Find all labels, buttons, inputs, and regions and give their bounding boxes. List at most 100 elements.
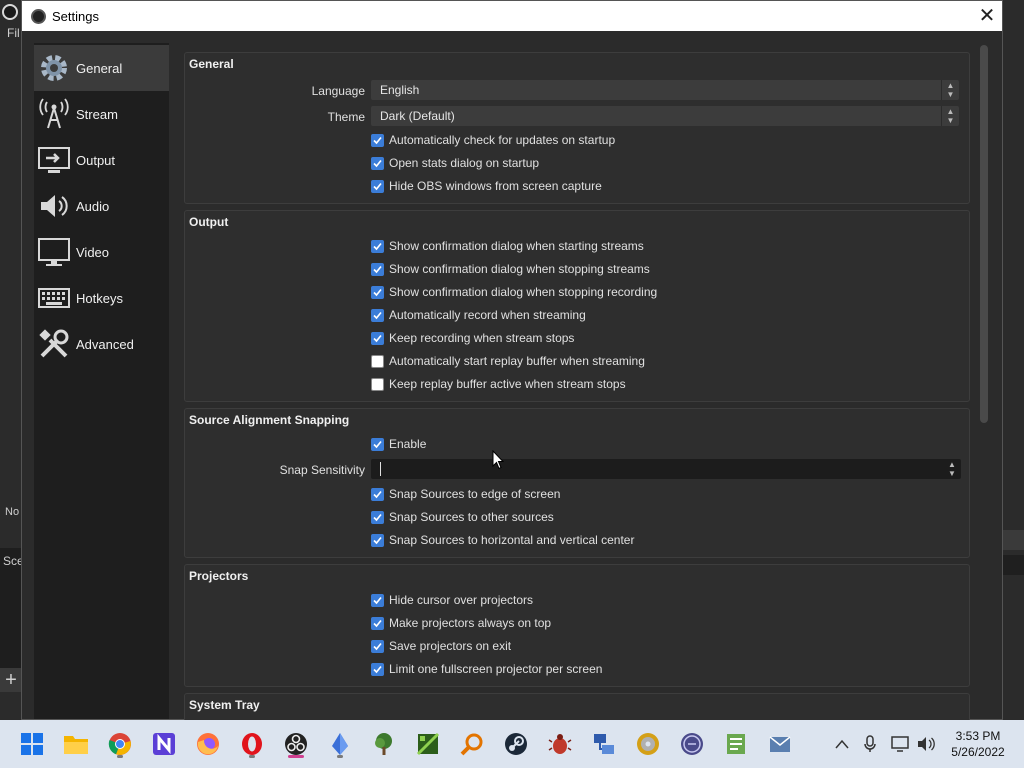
notion-n-icon[interactable]	[148, 728, 180, 760]
clock-time: 3:53 PM	[955, 729, 1001, 743]
checkbox-auto-record[interactable]: Automatically record when streaming	[371, 307, 586, 323]
spin-arrows-icon[interactable]: ▲ ▼	[943, 459, 961, 479]
beetle-app-icon[interactable]	[544, 728, 576, 760]
sidebar-item-advanced[interactable]: Advanced	[34, 321, 169, 367]
sidebar-item-label: Output	[76, 152, 116, 168]
snap-sensitivity-label: Snap Sensitivity	[279, 463, 365, 477]
checkmark-icon	[371, 639, 384, 653]
checkbox-hide-obs-windows[interactable]: Hide OBS windows from screen capture	[371, 178, 602, 194]
microphone-icon[interactable]	[860, 734, 880, 754]
group-title-snapping: Source Alignment Snapping	[189, 413, 350, 427]
text-caret	[380, 462, 381, 476]
add-scene-button[interactable]: +	[0, 668, 22, 692]
group-output: Output Show confirmation dialog when sta…	[184, 210, 970, 402]
checkbox-save-projectors[interactable]: Save projectors on exit	[371, 638, 511, 654]
checkbox-check-updates[interactable]: Automatically check for updates on start…	[371, 132, 615, 148]
volume-icon[interactable]	[916, 734, 936, 754]
checkmark-icon	[371, 437, 384, 451]
moon-app-icon[interactable]	[676, 728, 708, 760]
scrollbar-thumb[interactable]	[980, 45, 988, 423]
checkbox-confirm-stop-recording[interactable]: Show confirmation dialog when stopping r…	[371, 284, 657, 300]
checkbox-snap-center[interactable]: Snap Sources to horizontal and vertical …	[371, 532, 634, 548]
checkmark-icon	[371, 308, 384, 322]
checkbox-snap-sources[interactable]: Snap Sources to other sources	[371, 509, 554, 525]
checkbox-open-stats[interactable]: Open stats dialog on startup	[371, 155, 539, 171]
sidebar-item-output[interactable]: Output	[34, 137, 169, 183]
theme-select[interactable]: Dark (Default) ▲ ▼	[371, 106, 959, 126]
obs-icon[interactable]	[280, 728, 312, 760]
tree-app-icon[interactable]	[368, 728, 400, 760]
background-panel-button[interactable]	[1003, 530, 1024, 550]
checkmark-icon	[371, 662, 384, 676]
sidebar-item-label: Advanced	[76, 336, 134, 352]
checkbox-confirm-start-stream[interactable]: Show confirmation dialog when starting s…	[371, 238, 644, 254]
group-title-system-tray: System Tray	[189, 698, 260, 712]
sidebar-item-label: Hotkeys	[76, 290, 123, 306]
network-app-icon[interactable]	[588, 728, 620, 760]
search-magnifier-icon[interactable]	[456, 728, 488, 760]
language-select[interactable]: English ▲ ▼	[371, 80, 959, 100]
mouse-cursor-icon	[492, 450, 504, 470]
checkmark-icon	[371, 510, 384, 524]
theme-label: Theme	[327, 110, 365, 124]
checkbox-hide-cursor-projectors[interactable]: Hide cursor over projectors	[371, 592, 533, 608]
chevron-up-icon[interactable]	[832, 734, 852, 754]
checkbox-snap-edge[interactable]: Snap Sources to edge of screen	[371, 486, 560, 502]
group-projectors: Projectors Hide cursor over projectors M…	[184, 564, 970, 687]
output-monitor-icon	[38, 144, 70, 176]
notepad-app-icon[interactable]	[720, 728, 752, 760]
group-system-tray: System Tray	[184, 693, 970, 720]
checkbox-auto-replay-buffer[interactable]: Automatically start replay buffer when s…	[371, 353, 645, 369]
group-title-general: General	[189, 57, 234, 71]
running-indicator	[249, 755, 255, 758]
tools-icon	[38, 328, 70, 360]
taskbar-clock[interactable]: 3:53 PM 5/26/2022	[940, 728, 1016, 760]
sidebar-item-audio[interactable]: Audio	[34, 183, 169, 229]
checkmark-icon	[371, 331, 384, 345]
network-display-icon[interactable]	[890, 734, 910, 754]
sidebar-item-label: General	[76, 60, 123, 76]
active-indicator	[288, 755, 304, 758]
running-indicator	[337, 755, 343, 758]
checkbox-label: Hide OBS windows from screen capture	[389, 179, 602, 193]
clock-date: 5/26/2022	[951, 745, 1005, 759]
checkmark-icon	[371, 133, 384, 147]
chevron-updown-icon: ▲ ▼	[941, 106, 959, 126]
sidebar-item-hotkeys[interactable]: Hotkeys	[34, 275, 169, 321]
file-menu-partial[interactable]: Fil	[7, 26, 20, 40]
steam-icon[interactable]	[500, 728, 532, 760]
sidebar-item-general[interactable]: General	[34, 45, 169, 91]
close-button[interactable]: ✕	[972, 1, 1002, 31]
dialog-title-bar[interactable]: Settings ✕	[22, 1, 1002, 31]
checkbox-confirm-stop-stream[interactable]: Show confirmation dialog when stopping s…	[371, 261, 650, 277]
opera-icon[interactable]	[236, 728, 268, 760]
checkbox-keep-recording[interactable]: Keep recording when stream stops	[371, 330, 574, 346]
checkbox-empty	[371, 377, 384, 391]
background-label-no: No	[5, 506, 20, 518]
disc-app-icon[interactable]	[632, 728, 664, 760]
chrome-icon[interactable]	[104, 728, 136, 760]
sidebar-item-video[interactable]: Video	[34, 229, 169, 275]
snap-sensitivity-input[interactable]: ▲ ▼	[371, 459, 961, 479]
content-scrollbar[interactable]	[979, 45, 989, 719]
language-label: Language	[311, 84, 365, 98]
settings-content: General Language English ▲ ▼ Theme Dark (…	[184, 52, 970, 720]
minecraft-app-icon[interactable]	[412, 728, 444, 760]
checkbox-label: Show confirmation dialog when stopping r…	[389, 285, 658, 299]
mail-app-icon[interactable]	[764, 728, 796, 760]
checkbox-snapping-enable[interactable]: Enable	[371, 436, 426, 452]
checkbox-projectors-on-top[interactable]: Make projectors always on top	[371, 615, 551, 631]
checkbox-limit-fullscreen-projector[interactable]: Limit one fullscreen projector per scree…	[371, 661, 602, 677]
crystal-app-icon[interactable]	[324, 728, 356, 760]
checkbox-label: Snap Sources to edge of screen	[389, 487, 561, 501]
checkmark-icon	[371, 156, 384, 170]
checkbox-keep-replay-buffer[interactable]: Keep replay buffer active when stream st…	[371, 376, 626, 392]
start-menu-icon[interactable]	[16, 728, 48, 760]
firefox-icon[interactable]	[192, 728, 224, 760]
checkbox-label: Open stats dialog on startup	[389, 156, 540, 170]
sidebar-item-stream[interactable]: Stream	[34, 91, 169, 137]
group-title-projectors: Projectors	[189, 569, 249, 583]
checkmark-icon	[371, 262, 384, 276]
settings-dialog: Settings ✕ General Stream Output Audio V…	[21, 0, 1003, 720]
file-explorer-icon[interactable]	[60, 728, 92, 760]
